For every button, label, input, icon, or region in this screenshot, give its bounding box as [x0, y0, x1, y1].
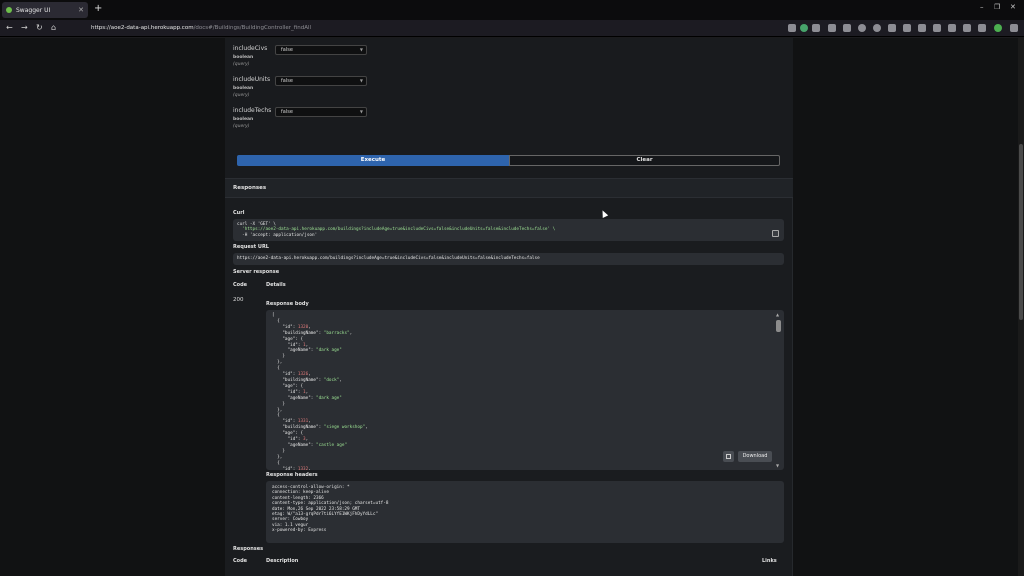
responses-section-title: Responses — [233, 546, 264, 552]
include-techs-select[interactable]: false ▼ — [275, 107, 367, 117]
home-icon[interactable]: ⌂ — [51, 23, 56, 32]
tab-close-icon[interactable]: ✕ — [78, 6, 84, 14]
scroll-down-icon[interactable]: ▼ — [776, 463, 779, 468]
param-name: includeUnits — [233, 76, 271, 83]
extension-icon[interactable] — [994, 24, 1002, 32]
window-close-icon[interactable]: ✕ — [1010, 3, 1016, 11]
param-type: boolean — [233, 117, 254, 122]
maximize-icon[interactable]: ❐ — [994, 3, 1000, 11]
extension-icon[interactable] — [788, 24, 796, 32]
browser-tab[interactable]: Swagger UI ✕ — [2, 2, 88, 18]
code-column-header: Code — [233, 282, 248, 288]
request-url-value: https://aoe2-data-api.herokuapp.com/buil… — [237, 256, 540, 261]
header-line: x-powered-by: Express — [272, 528, 327, 534]
response-body[interactable]: [ { "id": 1320, "buildingName": "barrack… — [266, 310, 784, 470]
param-type: boolean — [233, 86, 254, 91]
extension-icon[interactable] — [903, 24, 911, 32]
links-header: Links — [762, 558, 777, 564]
code-header: Code — [233, 558, 248, 564]
param-name: includeCivs — [233, 45, 268, 52]
copy-icon — [726, 454, 731, 459]
param-name: includeTechs — [233, 107, 272, 114]
extension-icon[interactable] — [858, 24, 866, 32]
response-body-json: [ { "id": 1320, "buildingName": "barrack… — [272, 313, 368, 470]
extension-icon[interactable] — [800, 24, 808, 32]
extension-icon[interactable] — [843, 24, 851, 32]
download-icon[interactable] — [828, 24, 836, 32]
description-header: Description — [266, 558, 299, 564]
chevron-down-icon: ▼ — [359, 47, 363, 52]
response-body-label: Response body — [266, 301, 309, 307]
include-civs-select[interactable]: false ▼ — [275, 45, 367, 55]
back-icon[interactable]: ← — [6, 23, 13, 32]
extension-icon[interactable] — [873, 24, 881, 32]
include-units-select[interactable]: false ▼ — [275, 76, 367, 86]
request-url-block: https://aoe2-data-api.herokuapp.com/buil… — [233, 253, 784, 265]
download-button[interactable]: Download — [738, 451, 772, 462]
responses-header: Responses — [225, 178, 793, 198]
address-bar[interactable]: https://aoe2-data-api.herokuapp.com/docs… — [63, 23, 773, 34]
operation-panel: includeCivs boolean (query) false ▼ inclu… — [225, 38, 793, 576]
param-location: (query) — [233, 124, 250, 129]
extension-icon[interactable] — [963, 24, 971, 32]
tab-title: Swagger UI — [16, 6, 51, 14]
param-location: (query) — [233, 93, 250, 98]
server-response-label: Server response — [233, 269, 280, 275]
bookmark-icon[interactable] — [812, 24, 820, 32]
request-url-label: Request URL — [233, 244, 269, 250]
curl-block: curl -X 'GET' \ 'https://aoe2-data-api.h… — [233, 219, 784, 241]
responses-title: Responses — [233, 185, 267, 191]
page: includeCivs boolean (query) false ▼ inclu… — [0, 38, 1024, 576]
extension-icon[interactable] — [948, 24, 956, 32]
settings-icon[interactable] — [978, 24, 986, 32]
select-value: false — [281, 78, 293, 84]
page-scroll-thumb[interactable] — [1019, 144, 1023, 320]
curl-label: Curl — [233, 210, 245, 216]
clear-button[interactable]: Clear — [509, 155, 780, 166]
url-host: https://aoe2-data-api.herokuapp.com — [91, 25, 194, 31]
response-headers-list: access-control-allow-origin: * connection… — [272, 485, 778, 534]
chevron-down-icon: ▼ — [359, 109, 363, 114]
reload-icon[interactable]: ↻ — [36, 23, 43, 32]
swagger-favicon-icon — [6, 7, 12, 13]
url-path: /docs#/Buildings/BuildingController_find… — [193, 25, 312, 31]
parameters-section: includeCivs boolean (query) false ▼ inclu… — [225, 38, 793, 178]
scroll-up-icon[interactable]: ▲ — [776, 312, 779, 317]
json-line: "id": 1332, — [272, 466, 311, 470]
response-headers: access-control-allow-origin: * connection… — [266, 481, 784, 543]
forward-icon[interactable]: → — [21, 23, 28, 32]
response-code: 200 — [233, 297, 244, 303]
execute-button[interactable]: Execute — [237, 155, 509, 166]
extension-icon[interactable] — [933, 24, 941, 32]
curl-line: -H 'accept: application/json' — [237, 232, 318, 238]
curl-url: 'https://aoe2-data-api.herokuapp.com/bui… — [237, 227, 556, 233]
response-headers-label: Response headers — [266, 472, 318, 478]
extension-icon[interactable] — [918, 24, 926, 32]
navigation-bar: ← → ↻ ⌂ https://aoe2-data-api.herokuapp.… — [0, 20, 1024, 37]
response-body-scrollbar[interactable]: ▲ ▼ — [776, 312, 781, 468]
chevron-down-icon: ▼ — [359, 78, 363, 83]
param-location: (query) — [233, 62, 250, 67]
copy-body-button[interactable] — [723, 451, 734, 462]
select-value: false — [281, 47, 293, 53]
minimize-icon[interactable]: – — [980, 3, 984, 11]
extension-icon[interactable] — [888, 24, 896, 32]
menu-icon[interactable] — [1010, 24, 1018, 32]
select-value: false — [281, 109, 293, 115]
page-scrollbar[interactable] — [1018, 38, 1024, 576]
new-tab-icon[interactable]: + — [94, 3, 102, 14]
copy-icon[interactable] — [772, 230, 779, 237]
scroll-thumb[interactable] — [776, 320, 781, 332]
tab-bar: Swagger UI ✕ + – ❐ ✕ — [0, 0, 1024, 20]
details-column-header: Details — [266, 282, 286, 288]
param-type: boolean — [233, 55, 254, 60]
